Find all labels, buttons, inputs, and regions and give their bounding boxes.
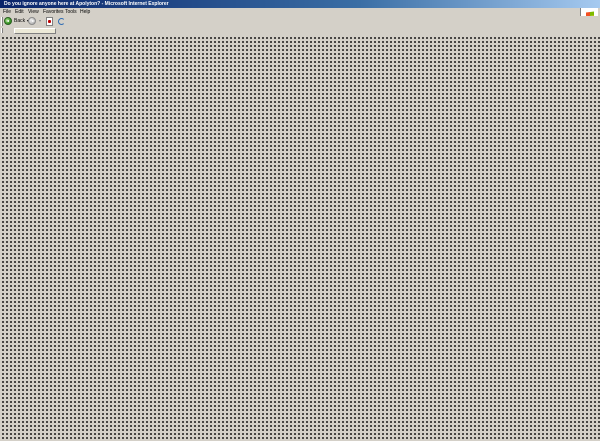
forward-arrow-icon [28,17,36,25]
title-bar[interactable]: Do you ignore anyone here at Apolyton? -… [0,0,600,8]
refresh-icon [58,18,65,25]
menu-edit[interactable]: Edit [15,8,24,16]
toolbar-grip[interactable] [1,17,3,26]
menu-favorites[interactable]: Favorites [43,8,64,16]
menu-bar: File Edit View Favorites Tools Help [0,8,600,16]
forward-button[interactable] [28,17,38,26]
address-bar-collapsed[interactable] [14,28,56,34]
secondary-toolbar-grip[interactable] [1,28,3,33]
standard-toolbar: Back [0,16,600,27]
refresh-button[interactable] [57,17,65,26]
browser-window: Do you ignore anyone here at Apolyton? -… [0,0,600,441]
menu-view[interactable]: View [28,8,39,16]
secondary-toolbar [0,27,600,35]
page-content-dotted-background[interactable] [0,35,600,441]
stop-button[interactable] [46,17,53,26]
forward-dropdown-icon[interactable] [39,20,41,22]
window-title: Do you ignore anyone here at Apolyton? -… [4,1,169,7]
menu-file[interactable]: File [3,8,11,16]
menu-tools[interactable]: Tools [65,8,77,16]
back-arrow-icon [4,17,12,25]
back-button-label: Back [14,18,26,24]
menu-help[interactable]: Help [80,8,90,16]
